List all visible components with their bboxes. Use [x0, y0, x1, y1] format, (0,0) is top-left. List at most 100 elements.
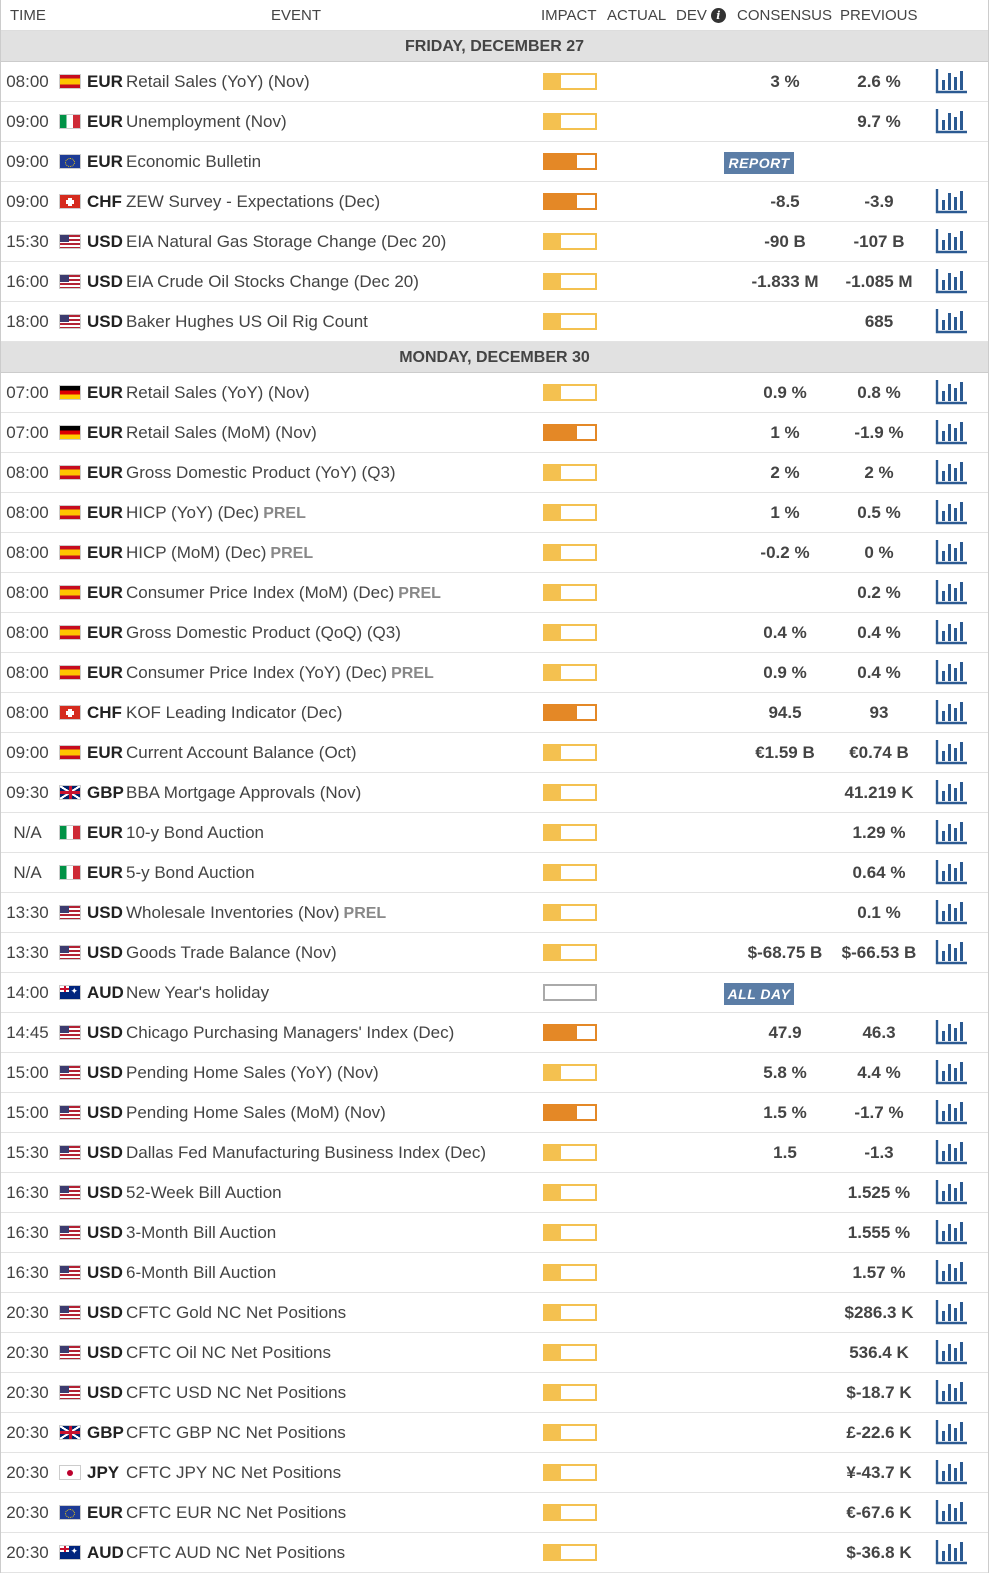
event-name[interactable]: 3-Month Bill Auction — [126, 1223, 276, 1243]
event-row[interactable]: 08:00 EUR Gross Domestic Product (QoQ) (Q3… — [1, 613, 988, 653]
header-impact[interactable]: IMPACT — [541, 7, 597, 24]
bar-chart-icon[interactable] — [935, 1378, 969, 1406]
event-row[interactable]: 18:00 USD Baker Hughes US Oil Rig Count 685 — [1, 302, 988, 342]
event-name[interactable]: Retail Sales (YoY) (Nov) — [126, 383, 310, 403]
bar-chart-icon[interactable] — [935, 1298, 969, 1326]
bar-chart-icon[interactable] — [935, 538, 969, 566]
header-event[interactable]: EVENT — [271, 7, 321, 24]
event-name[interactable]: Pending Home Sales (YoY) (Nov) — [126, 1063, 379, 1083]
event-row[interactable]: 08:00 EUR Consumer Price Index (MoM) (Dec)… — [1, 573, 988, 613]
event-row[interactable]: 08:00 EUR Gross Domestic Product (YoY) (Q3… — [1, 453, 988, 493]
event-row[interactable]: 15:30 USD Dallas Fed Manufacturing Busines… — [1, 1133, 988, 1173]
bar-chart-icon[interactable] — [935, 267, 969, 295]
event-name[interactable]: Pending Home Sales (MoM) (Nov) — [126, 1103, 386, 1123]
event-row[interactable]: 16:30 USD 6-Month Bill Auction 1.57 % — [1, 1253, 988, 1293]
bar-chart-icon[interactable] — [935, 498, 969, 526]
event-name[interactable]: Dallas Fed Manufacturing Business Index … — [126, 1143, 486, 1163]
bar-chart-icon[interactable] — [935, 698, 969, 726]
event-name[interactable]: KOF Leading Indicator (Dec) — [126, 703, 342, 723]
event-row[interactable]: 15:30 USD EIA Natural Gas Storage Change (… — [1, 222, 988, 262]
bar-chart-icon[interactable] — [935, 658, 969, 686]
bar-chart-icon[interactable] — [935, 107, 969, 135]
bar-chart-icon[interactable] — [935, 1418, 969, 1446]
event-row[interactable]: N/A EUR 10-y Bond Auction 1.29 % — [1, 813, 988, 853]
event-name[interactable]: CFTC Gold NC Net Positions — [126, 1303, 346, 1323]
bar-chart-icon[interactable] — [935, 67, 969, 95]
event-name[interactable]: EIA Natural Gas Storage Change (Dec 20) — [126, 232, 446, 252]
header-consensus[interactable]: CONSENSUS — [737, 7, 832, 24]
bar-chart-icon[interactable] — [935, 1498, 969, 1526]
bar-chart-icon[interactable] — [935, 1538, 969, 1566]
event-name[interactable]: Chicago Purchasing Managers' Index (Dec) — [126, 1023, 454, 1043]
event-row[interactable]: 09:00 EUR Unemployment (Nov) 9.7 % — [1, 102, 988, 142]
bar-chart-icon[interactable] — [935, 1338, 969, 1366]
event-name[interactable]: 10-y Bond Auction — [126, 823, 264, 843]
event-name[interactable]: Consumer Price Index (YoY) (Dec) PREL — [126, 663, 434, 683]
event-row[interactable]: 08:00 CHF KOF Leading Indicator (Dec) 94.5 9… — [1, 693, 988, 733]
bar-chart-icon[interactable] — [935, 938, 969, 966]
bar-chart-icon[interactable] — [935, 378, 969, 406]
bar-chart-icon[interactable] — [935, 307, 969, 335]
event-name[interactable]: Economic Bulletin — [126, 152, 261, 172]
event-row[interactable]: 20:30 EUR CFTC EUR NC Net Positions €-67.6 … — [1, 1493, 988, 1533]
event-row[interactable]: 20:30 USD CFTC Gold NC Net Positions $286.3… — [1, 1293, 988, 1333]
event-name[interactable]: CFTC Oil NC Net Positions — [126, 1343, 331, 1363]
header-previous[interactable]: PREVIOUS — [840, 7, 918, 24]
event-name[interactable]: 6-Month Bill Auction — [126, 1263, 276, 1283]
event-name[interactable]: Current Account Balance (Oct) — [126, 743, 357, 763]
event-row[interactable]: 20:30 USD CFTC Oil NC Net Positions 536.4 K — [1, 1333, 988, 1373]
event-row[interactable]: 14:45 USD Chicago Purchasing Managers' Ind… — [1, 1013, 988, 1053]
event-row[interactable]: 13:30 USD Wholesale Inventories (Nov) PREL 0… — [1, 893, 988, 933]
event-name[interactable]: EIA Crude Oil Stocks Change (Dec 20) — [126, 272, 419, 292]
bar-chart-icon[interactable] — [935, 1058, 969, 1086]
event-row[interactable]: 08:00 EUR Consumer Price Index (YoY) (Dec)… — [1, 653, 988, 693]
event-name[interactable]: Unemployment (Nov) — [126, 112, 287, 132]
event-row[interactable]: 09:00 EUR Economic Bulletin REPORT — [1, 142, 988, 182]
event-row[interactable]: 08:00 EUR Retail Sales (YoY) (Nov) 3 % 2.6 % — [1, 62, 988, 102]
header-dev[interactable]: DEV i — [676, 7, 726, 24]
event-row[interactable]: 20:30 AUDCFTC AUD NC Net Positions $-36.8 … — [1, 1533, 988, 1573]
event-name[interactable]: ZEW Survey - Expectations (Dec) — [126, 192, 380, 212]
event-row[interactable]: 08:00 EUR HICP (MoM) (Dec) PREL -0.2 % 0 % — [1, 533, 988, 573]
event-row[interactable]: 07:00 EUR Retail Sales (MoM) (Nov) 1 % -1.9 … — [1, 413, 988, 453]
event-name[interactable]: Goods Trade Balance (Nov) — [126, 943, 337, 963]
bar-chart-icon[interactable] — [935, 578, 969, 606]
event-row[interactable]: 08:00 EUR HICP (YoY) (Dec) PREL 1 % 0.5 % — [1, 493, 988, 533]
event-row[interactable]: 20:30 GBP CFTC GBP NC Net Positions £-22.6 … — [1, 1413, 988, 1453]
event-row[interactable]: 20:30 JPY CFTC JPY NC Net Positions ¥-43.7 … — [1, 1453, 988, 1493]
bar-chart-icon[interactable] — [935, 778, 969, 806]
event-name[interactable]: New Year's holiday — [126, 983, 269, 1003]
event-row[interactable]: 09:00 EUR Current Account Balance (Oct) €1.… — [1, 733, 988, 773]
bar-chart-icon[interactable] — [935, 898, 969, 926]
event-row[interactable]: 14:00 AUDNew Year's holiday ALL DAY — [1, 973, 988, 1013]
event-row[interactable]: 16:30 USD 3-Month Bill Auction 1.555 % — [1, 1213, 988, 1253]
header-time[interactable]: TIME — [10, 7, 46, 24]
bar-chart-icon[interactable] — [935, 1458, 969, 1486]
event-name[interactable]: HICP (YoY) (Dec) PREL — [126, 503, 306, 523]
event-name[interactable]: Baker Hughes US Oil Rig Count — [126, 312, 368, 332]
event-name[interactable]: CFTC JPY NC Net Positions — [126, 1463, 341, 1483]
event-name[interactable]: Retail Sales (YoY) (Nov) — [126, 72, 310, 92]
event-name[interactable]: CFTC EUR NC Net Positions — [126, 1503, 346, 1523]
event-row[interactable]: 20:30 USD CFTC USD NC Net Positions $-18.7 … — [1, 1373, 988, 1413]
event-row[interactable]: 13:30 USD Goods Trade Balance (Nov) $-68.75… — [1, 933, 988, 973]
bar-chart-icon[interactable] — [935, 418, 969, 446]
bar-chart-icon[interactable] — [935, 187, 969, 215]
bar-chart-icon[interactable] — [935, 1098, 969, 1126]
bar-chart-icon[interactable] — [935, 1018, 969, 1046]
event-row[interactable]: 09:00 CHF ZEW Survey - Expectations (Dec) -… — [1, 182, 988, 222]
event-row[interactable]: 16:30 USD 52-Week Bill Auction 1.525 % — [1, 1173, 988, 1213]
event-row[interactable]: 15:00 USD Pending Home Sales (MoM) (Nov) 1.… — [1, 1093, 988, 1133]
bar-chart-icon[interactable] — [935, 858, 969, 886]
event-row[interactable]: 16:00 USD EIA Crude Oil Stocks Change (Dec… — [1, 262, 988, 302]
event-name[interactable]: Wholesale Inventories (Nov) PREL — [126, 903, 386, 923]
event-row[interactable]: N/A EUR 5-y Bond Auction 0.64 % — [1, 853, 988, 893]
event-name[interactable]: BBA Mortgage Approvals (Nov) — [126, 783, 361, 803]
bar-chart-icon[interactable] — [935, 818, 969, 846]
event-row[interactable]: 07:00 EUR Retail Sales (YoY) (Nov) 0.9 % 0.8… — [1, 373, 988, 413]
event-name[interactable]: Gross Domestic Product (YoY) (Q3) — [126, 463, 396, 483]
event-row[interactable]: 09:30 GBP BBA Mortgage Approvals (Nov) 41.2… — [1, 773, 988, 813]
event-name[interactable]: 5-y Bond Auction — [126, 863, 255, 883]
bar-chart-icon[interactable] — [935, 1218, 969, 1246]
bar-chart-icon[interactable] — [935, 1178, 969, 1206]
